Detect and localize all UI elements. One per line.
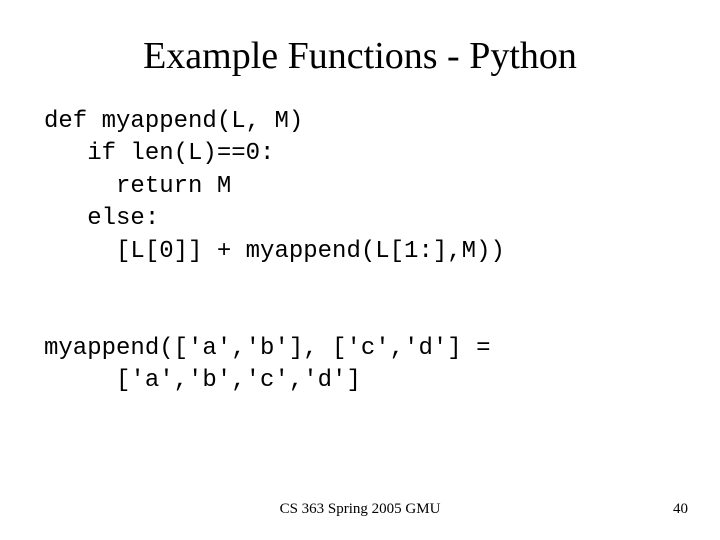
code-line-9: ['a','b','c','d'] (44, 367, 361, 394)
code-line-8: myappend(['a','b'], ['c','d'] = (44, 335, 490, 362)
slide-title: Example Functions - Python (0, 0, 720, 88)
code-line-3: return M (44, 173, 231, 200)
footer-center: CS 363 Spring 2005 GMU (0, 501, 720, 518)
code-line-1: def myappend(L, M) (44, 108, 303, 135)
code-line-4: else: (44, 205, 159, 232)
code-line-5: [L[0]] + myappend(L[1:],M)) (44, 238, 505, 265)
code-block: def myappend(L, M) if len(L)==0: return … (0, 88, 720, 398)
code-line-2: if len(L)==0: (44, 140, 274, 167)
page-number: 40 (673, 501, 688, 518)
slide: Example Functions - Python def myappend(… (0, 0, 720, 540)
